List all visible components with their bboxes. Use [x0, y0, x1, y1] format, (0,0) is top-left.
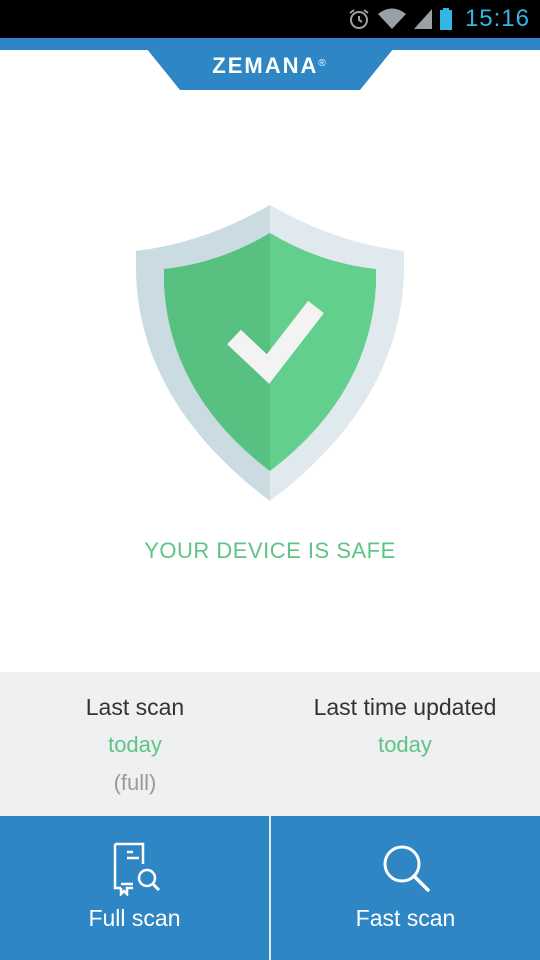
action-bar: Full scan Fast scan: [0, 816, 540, 960]
last-scan-label: Last scan: [85, 694, 185, 720]
full-scan-icon: [113, 842, 160, 896]
device-status-message: YOUR DEVICE IS SAFE: [144, 538, 396, 563]
last-scan-type: (full): [113, 770, 157, 795]
shield-check-icon: [136, 205, 404, 501]
signal-icon: [413, 9, 432, 29]
fast-scan-button[interactable]: Fast scan: [271, 816, 540, 960]
brand-name: ZEMANA: [212, 53, 319, 78]
wifi-icon: [377, 8, 406, 29]
full-scan-button[interactable]: Full scan: [0, 816, 269, 960]
status-icons: 15:16: [347, 0, 530, 38]
trademark-mark: ®: [318, 58, 328, 69]
full-scan-label: Full scan: [88, 905, 181, 931]
last-scan-info: Last scan today (full): [0, 672, 270, 798]
brand-logo: ZEMANA®: [0, 50, 540, 82]
alarm-icon: [349, 9, 369, 29]
fast-scan-label: Fast scan: [355, 905, 456, 931]
last-scan-value: today: [108, 732, 162, 757]
last-updated-value: today: [378, 732, 432, 757]
clock: 15:16: [464, 5, 530, 32]
last-updated-label: Last time updated: [313, 694, 497, 720]
search-icon: [383, 845, 430, 892]
status-bar: 15:16: [0, 0, 540, 38]
battery-icon: [439, 8, 452, 30]
scan-info-panel: Last scan today (full) Last time updated…: [0, 672, 540, 816]
last-updated-info: Last time updated today: [270, 672, 540, 760]
